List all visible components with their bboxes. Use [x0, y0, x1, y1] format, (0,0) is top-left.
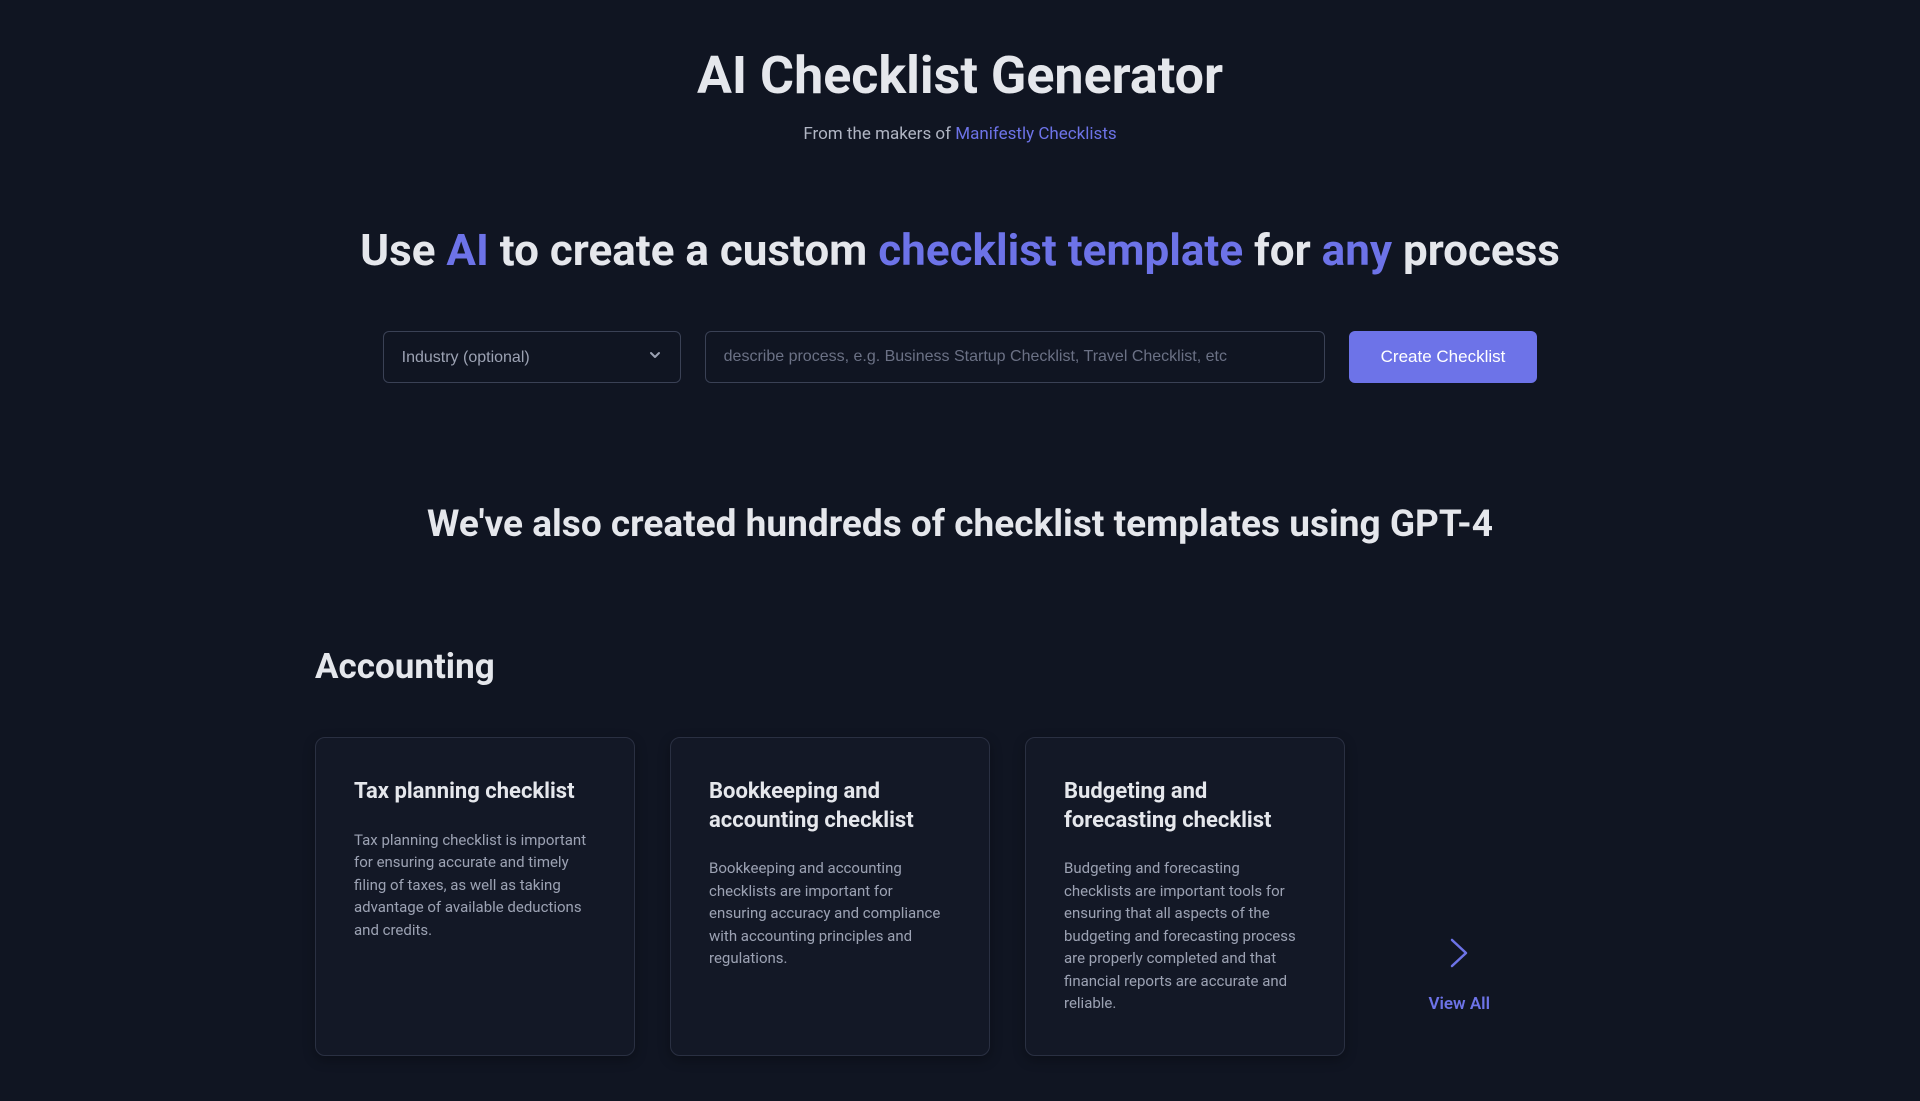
category-title: Accounting [315, 646, 1605, 687]
generator-form: Industry (optional) Create Checklist [60, 331, 1860, 383]
tagline-part2: to create a custom [489, 224, 878, 276]
templates-section: Accounting Tax planning checklist Tax pl… [60, 646, 1860, 1056]
subtitle-link[interactable]: Manifestly Checklists [955, 124, 1116, 144]
cards-row: Tax planning checklist Tax planning chec… [315, 737, 1605, 1056]
card-title: Bookkeeping and accounting checklist [709, 778, 951, 835]
view-all-label: View All [1428, 994, 1490, 1014]
process-input[interactable] [705, 331, 1325, 383]
card-title: Tax planning checklist [354, 778, 596, 807]
tagline-part3: for [1243, 224, 1322, 276]
page-title: AI Checklist Generator [60, 45, 1860, 106]
view-all-button[interactable]: View All [1428, 936, 1490, 1014]
tagline-highlight-any: any [1322, 224, 1392, 276]
tagline-highlight-ai: AI [446, 224, 488, 276]
tagline: Use AI to create a custom checklist temp… [60, 224, 1860, 276]
industry-select[interactable]: Industry (optional) [383, 331, 681, 383]
tagline-part1: Use [360, 224, 446, 276]
templates-heading: We've also created hundreds of checklist… [60, 503, 1860, 546]
create-checklist-button[interactable]: Create Checklist [1349, 331, 1538, 383]
tagline-highlight-template: checklist template [878, 224, 1243, 276]
card-description: Budgeting and forecasting checklists are… [1064, 857, 1306, 1015]
template-card[interactable]: Bookkeeping and accounting checklist Boo… [670, 737, 990, 1056]
card-description: Tax planning checklist is important for … [354, 829, 596, 942]
card-title: Budgeting and forecasting checklist [1064, 778, 1306, 835]
template-card[interactable]: Tax planning checklist Tax planning chec… [315, 737, 635, 1056]
subtitle: From the makers of Manifestly Checklists [60, 124, 1860, 144]
tagline-part4: process [1392, 224, 1560, 276]
card-description: Bookkeeping and accounting checklists ar… [709, 857, 951, 970]
subtitle-prefix: From the makers of [803, 124, 955, 144]
template-card[interactable]: Budgeting and forecasting checklist Budg… [1025, 737, 1345, 1056]
chevron-right-icon [1428, 936, 1490, 974]
industry-select-wrapper: Industry (optional) [383, 331, 681, 383]
